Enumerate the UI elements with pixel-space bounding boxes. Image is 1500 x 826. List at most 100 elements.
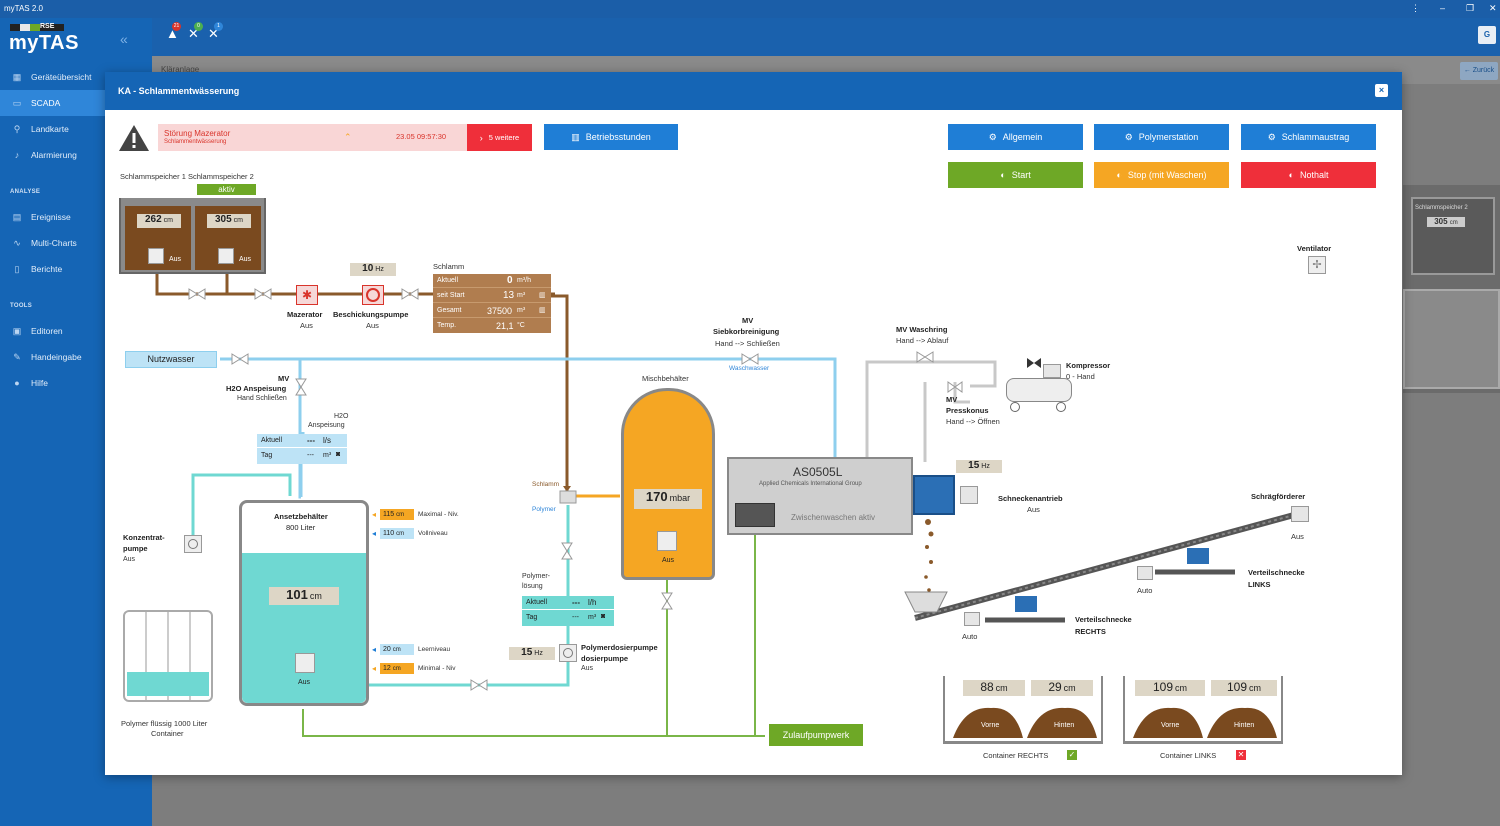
button-label: Schlammaustrag xyxy=(1281,132,1350,142)
schlammspeicher-1[interactable]: 262 cm Aus xyxy=(125,206,191,270)
polymer-freq[interactable]: 15 Hz xyxy=(509,647,555,660)
schnecke-motor[interactable] xyxy=(913,475,955,515)
agitator-icon xyxy=(295,653,315,673)
mv-h2o-l1: MV xyxy=(278,374,290,383)
start-button[interactable]: ◐ Start xyxy=(948,162,1083,188)
alarm-banner[interactable]: Störung Mazerator Schlammentwässerung ⌃ … xyxy=(158,124,468,151)
allgemein-button[interactable]: ⚙ Allgemein xyxy=(948,124,1083,150)
verteil-rechts-l1: Verteilschnecke xyxy=(1075,615,1132,624)
press-model: AS0505L xyxy=(793,465,843,479)
wrench-alert-icon[interactable]: ✕ 0 xyxy=(188,22,204,42)
bell-icon: ♪ xyxy=(14,150,20,160)
pencil-icon: ✎ xyxy=(13,352,21,362)
info-icon: ● xyxy=(14,378,20,388)
beschickung-freq[interactable]: 10 Hz xyxy=(350,263,396,276)
motor-icon xyxy=(1043,364,1061,378)
motor-icon xyxy=(964,612,980,626)
schnecke-freq[interactable]: 15 Hz xyxy=(956,460,1002,473)
polymer-ibc-container[interactable] xyxy=(123,610,213,702)
schlamm-panel-title: Schlamm xyxy=(433,262,465,271)
container-rechts[interactable]: 88 cm 29 cm Vorne Hinten xyxy=(943,676,1103,744)
container-rechts-vorne: 88 cm xyxy=(963,680,1025,696)
sludge-heap-icon xyxy=(1133,707,1277,738)
container-links-vorne: 109 cm xyxy=(1135,680,1205,696)
warning-triangle-icon xyxy=(117,122,151,154)
verteil-links-motor[interactable] xyxy=(1187,548,1209,564)
top-bar: ▲ 21 ✕ 0 ✕ 1 G xyxy=(152,18,1500,56)
collapse-sidebar-icon[interactable]: « xyxy=(120,31,128,47)
nutzwasser-box[interactable]: Nutzwasser xyxy=(125,351,217,368)
nothalt-button[interactable]: ◐ Nothalt xyxy=(1241,162,1376,188)
schlammspeicher-2[interactable]: 305 cm Aus xyxy=(195,206,261,270)
minimize-icon[interactable]: – xyxy=(1440,3,1445,13)
speicher2-level: 305 cm xyxy=(207,214,251,228)
more-icon[interactable]: ⋮ xyxy=(1411,3,1420,14)
press-as0505l[interactable]: AS0505L Applied Chemicals International … xyxy=(727,457,913,535)
ansetzbehaelter-tank[interactable]: Ansetzbehälter 800 Liter 101 cm Aus xyxy=(239,500,369,706)
speicher1-state: Aus xyxy=(169,256,182,263)
container-links[interactable]: 109 cm 109 cm Vorne Hinten xyxy=(1123,676,1283,744)
sidebar-item-label: Editoren xyxy=(31,326,63,336)
schlamm-tag: Schlamm xyxy=(532,481,560,488)
schlammentwaesserung-dialog: KA - Schlammentwässerung × Störung Mazer… xyxy=(105,72,1402,775)
agitator-icon xyxy=(657,531,677,551)
h2o-row: Tag --- m³ ◙ xyxy=(261,451,341,459)
maximize-icon[interactable]: ❐ xyxy=(1466,3,1474,14)
verteil-rechts-motor[interactable] xyxy=(1015,596,1037,612)
dashboard-icon: ▦ xyxy=(12,72,22,82)
verteil-links-l1: Verteilschnecke xyxy=(1248,568,1305,577)
mischbehaelter-label: Mischbehälter xyxy=(642,374,689,383)
check-icon: ✓ xyxy=(1067,750,1077,760)
close-window-icon[interactable]: ✕ xyxy=(1489,3,1497,14)
pump-icon[interactable] xyxy=(559,644,577,662)
polymer-fill xyxy=(127,672,209,696)
beschickungspumpe-state: Aus xyxy=(366,321,379,330)
agitator-icon xyxy=(218,248,234,264)
speicher1-level: 262 cm xyxy=(137,214,181,228)
section-tools: TOOLS xyxy=(10,303,33,309)
warning-alert-icon[interactable]: ▲ 21 xyxy=(166,22,182,42)
bg-speicher-value: 305 cm xyxy=(1427,217,1465,227)
stop-button[interactable]: ◐ Stop (mit Waschen) xyxy=(1094,162,1229,188)
tool-alert-icon[interactable]: ✕ 1 xyxy=(208,22,224,42)
schlammaustrag-button[interactable]: ⚙ Schlammaustrag xyxy=(1241,124,1376,150)
pump-icon[interactable] xyxy=(362,285,384,305)
chart-icon[interactable]: ▥ xyxy=(539,291,546,299)
verteil-rechts-state: Auto xyxy=(962,632,978,641)
beschickungspumpe-label: Beschickungspumpe xyxy=(333,310,409,319)
gears-icon: ⚙ xyxy=(988,131,997,142)
sidebar-item-label: Ereignisse xyxy=(31,212,71,222)
back-button[interactable]: ← Zurück xyxy=(1460,62,1498,80)
waschwasser-label: Waschwasser xyxy=(729,365,770,372)
valve-icon[interactable] xyxy=(1027,358,1041,368)
fan-icon[interactable]: ✢ xyxy=(1308,256,1326,274)
kompressor-icon[interactable] xyxy=(1006,378,1072,402)
polymerstation-button[interactable]: ⚙ Polymerstation xyxy=(1094,124,1229,150)
press-status: Zwischenwaschen aktiv xyxy=(791,513,876,522)
mazerator-icon[interactable]: ✱ xyxy=(296,285,318,305)
chart-icon[interactable]: ▥ xyxy=(539,306,546,314)
camera-icon[interactable]: ◙ xyxy=(601,613,605,620)
camera-icon[interactable]: ◙ xyxy=(336,451,340,458)
chevron-up-icon[interactable]: ⌃ xyxy=(344,132,352,143)
polymer-tag: Polymer xyxy=(532,506,556,513)
level-arrow-icon: ◂ xyxy=(372,510,377,519)
mischbehaelter-tank[interactable]: 170 mbar Aus xyxy=(621,388,715,580)
motor-icon xyxy=(1291,506,1309,522)
user-avatar-button[interactable]: G xyxy=(1478,26,1496,44)
hinten-label: Hinten xyxy=(1054,722,1075,729)
more-alarms-button[interactable]: › 5 weitere xyxy=(467,124,532,151)
pump-icon[interactable] xyxy=(184,535,202,553)
bar-chart-icon: ▥ xyxy=(571,131,580,142)
button-label: Betriebsstunden xyxy=(585,132,651,142)
alarm-subtitle: Schlammentwässerung xyxy=(164,139,227,145)
zulaufpumpwerk-button[interactable]: Zulaufpumpwerk xyxy=(769,724,863,746)
level-voll: 110 cm xyxy=(380,528,414,539)
press-company: Applied Chemicals International Group xyxy=(759,481,862,487)
alert-count-badge: 0 xyxy=(194,22,203,31)
mv-h2o-l2: H2O Anspeisung xyxy=(226,384,287,393)
back-label: Zurück xyxy=(1472,67,1495,74)
mazerator-state: Aus xyxy=(300,321,313,330)
level-min: 12 cm xyxy=(380,663,414,674)
betriebsstunden-button[interactable]: ▥ Betriebsstunden xyxy=(544,124,678,150)
